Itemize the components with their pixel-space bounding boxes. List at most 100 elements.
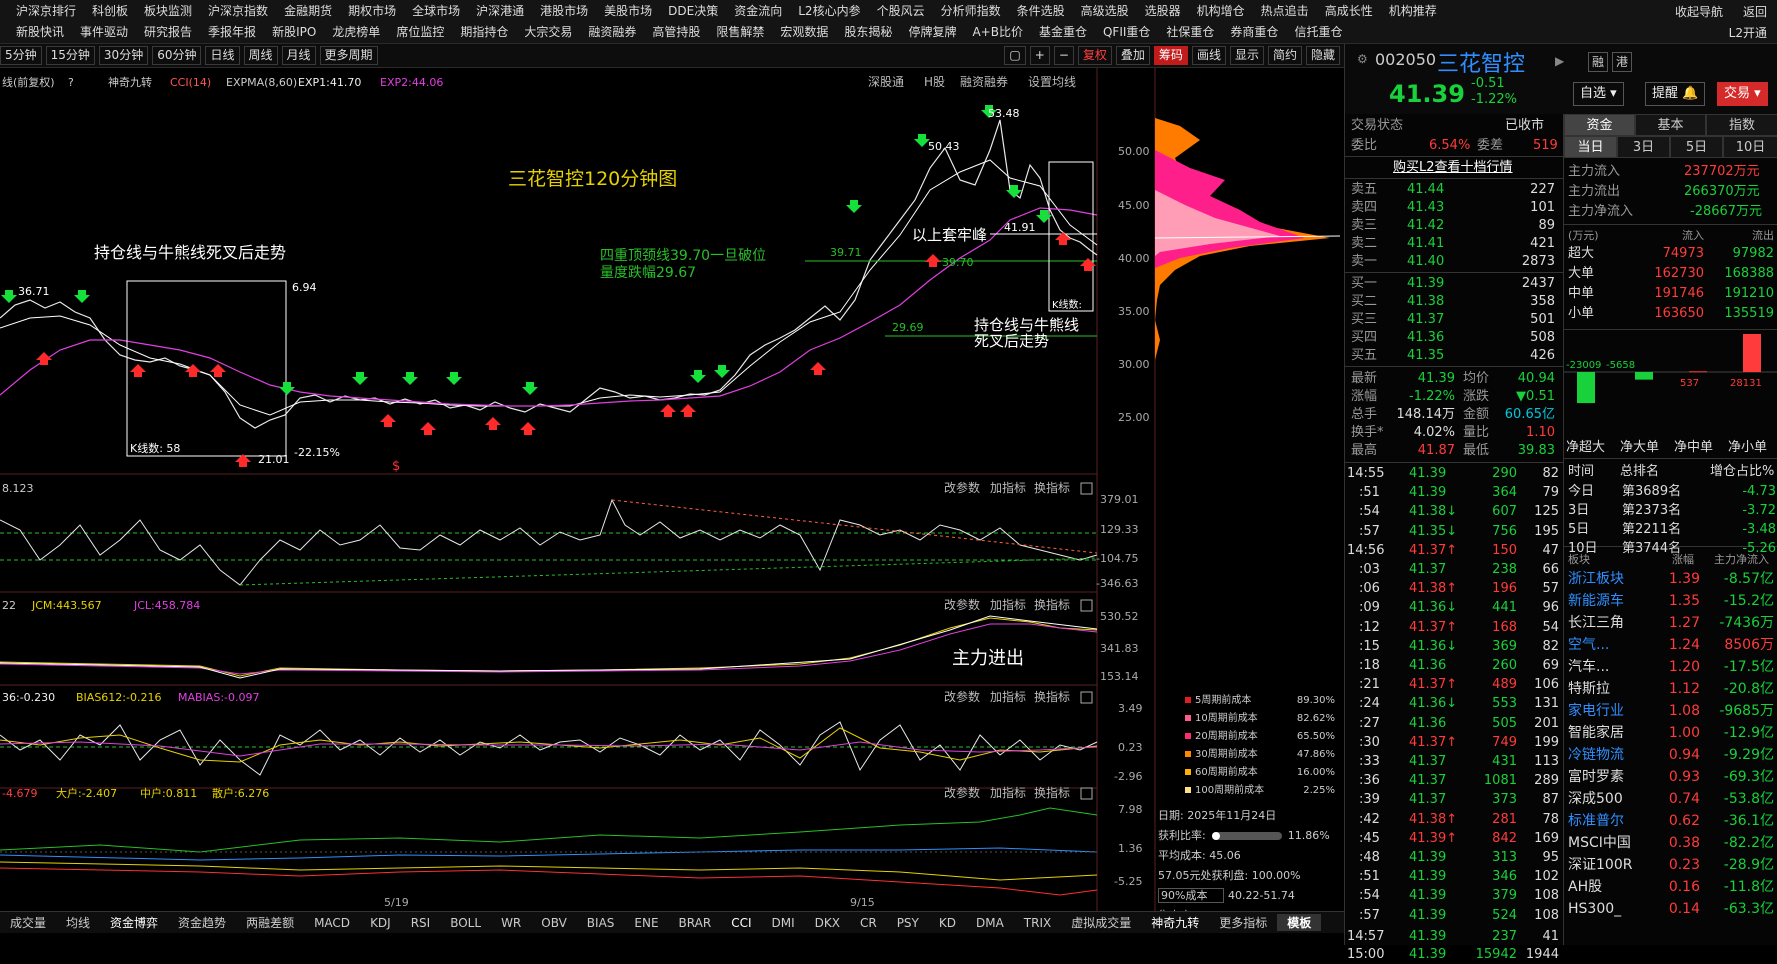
kline-chart-svg[interactable]: 线(前复权) ? 神奇九转 CCI(14) EXPMA(8,60) EXP1:4… — [0, 68, 1344, 911]
sector-name[interactable]: 富时罗素 — [1568, 768, 1624, 787]
menu-item[interactable]: 资金流向 — [726, 1, 790, 21]
jcm-switch-indicator[interactable]: 换指标 — [1034, 597, 1070, 612]
hold-switch-indicator[interactable]: 换指标 — [1034, 785, 1070, 800]
sector-name[interactable]: 汽车... — [1568, 658, 1609, 677]
menu-item[interactable]: 席位监控 — [388, 22, 452, 42]
bias-switch-indicator[interactable]: 换指标 — [1034, 689, 1070, 704]
draw-line-button[interactable]: 画线 — [1191, 46, 1226, 65]
tab-index[interactable]: 指数 — [1706, 114, 1777, 136]
indicator-tab[interactable]: KD — [929, 916, 966, 930]
indicator-tab[interactable]: 更多指标 — [1209, 914, 1277, 931]
menu-item[interactable]: 基金重仓 — [1031, 22, 1095, 42]
period-15min[interactable]: 15分钟 — [45, 46, 95, 65]
indicator-tab[interactable]: KDJ — [360, 916, 401, 930]
indicator-tab[interactable]: DMA — [966, 916, 1014, 930]
indicator-tab[interactable]: RSI — [401, 916, 441, 930]
chip-cost-select[interactable]: 90%成本 — [1158, 888, 1225, 903]
period-60min[interactable]: 60分钟 — [152, 46, 202, 65]
hide-dropdown[interactable]: 隐藏 — [1305, 46, 1340, 65]
menu-item[interactable]: 事件驱动 — [72, 22, 136, 42]
bias-close-icon[interactable] — [1080, 691, 1093, 704]
jcm-close-icon[interactable] — [1080, 599, 1093, 612]
tab-today[interactable]: 当日 — [1564, 136, 1617, 158]
menu-item[interactable]: 研究报告 — [136, 22, 200, 42]
simple-button[interactable]: 简约 — [1267, 46, 1302, 65]
menu-item[interactable]: DDE决策 — [660, 1, 726, 21]
add-watchlist-button[interactable]: 自选 ▾ — [1573, 82, 1624, 106]
period-5min[interactable]: 5分钟 — [0, 46, 42, 65]
period-month[interactable]: 月线 — [281, 46, 316, 65]
link-sgt[interactable]: 深股通 — [868, 75, 904, 89]
indicator-tab[interactable]: 模板 — [1277, 914, 1322, 931]
alert-button[interactable]: 提醒 🔔 — [1645, 82, 1706, 106]
indicator-tab[interactable]: WR — [491, 916, 531, 930]
trade-button[interactable]: 交易 ▾ — [1717, 82, 1768, 106]
sector-name[interactable]: 深证100R — [1568, 856, 1632, 875]
cci-add-indicator[interactable]: 加指标 — [990, 480, 1026, 495]
jcm-edit-params[interactable]: 改参数 — [944, 597, 980, 612]
indicator-tab[interactable]: BRAR — [669, 916, 722, 930]
menu-item[interactable]: 龙虎榜单 — [324, 22, 388, 42]
menu-item[interactable]: 港股市场 — [532, 1, 596, 21]
display-dropdown[interactable]: 显示 — [1229, 46, 1264, 65]
menu-item[interactable]: 融资融券 — [580, 22, 644, 42]
menu-item[interactable]: 科创板 — [84, 1, 136, 21]
menu-item[interactable]: 宏观数据 — [772, 22, 836, 42]
menu-item[interactable]: 大宗交易 — [516, 22, 580, 42]
sector-name[interactable]: 智能家居 — [1568, 724, 1624, 743]
menu-item[interactable]: 金融期货 — [276, 1, 340, 21]
window-icon[interactable]: ▢ — [1004, 46, 1026, 65]
hold-close-icon[interactable] — [1080, 787, 1093, 800]
period-week[interactable]: 周线 — [243, 46, 278, 65]
buy-l2-link[interactable]: 购买L2查看十档行情 — [1393, 158, 1513, 177]
sector-name[interactable]: MSCI中国 — [1568, 834, 1631, 853]
menu-item[interactable]: 高成长性 — [1317, 1, 1381, 21]
jcm-add-indicator[interactable]: 加指标 — [990, 597, 1026, 612]
plus-icon[interactable]: + — [1029, 46, 1050, 65]
link-margin[interactable]: 融资融券 — [960, 74, 1008, 89]
sector-name[interactable]: 特斯拉 — [1568, 680, 1610, 699]
hold-edit-params[interactable]: 改参数 — [944, 785, 980, 800]
menu-item[interactable]: 机构推荐 — [1381, 1, 1445, 21]
indicator-tab[interactable]: OBV — [531, 916, 577, 930]
hk-badge[interactable]: 港 — [1612, 52, 1632, 72]
menu-item[interactable]: 限售解禁 — [708, 22, 772, 42]
cci-close-icon[interactable] — [1080, 482, 1093, 495]
tab-funds[interactable]: 资金 — [1564, 114, 1635, 136]
period-day[interactable]: 日线 — [205, 46, 240, 65]
indicator-tab[interactable]: CR — [850, 916, 887, 930]
indicator-tab[interactable]: TRIX — [1014, 916, 1061, 930]
menu-item[interactable]: 高级选股 — [1073, 1, 1137, 21]
menu-item[interactable]: 新股快讯 — [8, 22, 72, 42]
indicator-tab[interactable]: 均线 — [56, 914, 100, 931]
menu-item[interactable]: 新股IPO — [264, 22, 324, 42]
sector-name[interactable]: 深成500 — [1568, 790, 1623, 809]
menu-item[interactable]: 沪深港通 — [468, 1, 532, 21]
chips-button[interactable]: 筹码 — [1153, 46, 1188, 65]
indicator-tab[interactable]: BIAS — [577, 916, 625, 930]
menu-item[interactable]: 股东揭秘 — [836, 22, 900, 42]
indicator-tab[interactable]: 成交量 — [0, 914, 56, 931]
stock-name[interactable]: 三花智控 — [1437, 46, 1525, 78]
bias-add-indicator[interactable]: 加指标 — [990, 689, 1026, 704]
menu-item[interactable]: 分析师指数 — [933, 1, 1009, 21]
menu-item[interactable]: 期指持仓 — [452, 22, 516, 42]
chart-area[interactable]: 线(前复权) ? 神奇九转 CCI(14) EXPMA(8,60) EXP1:4… — [0, 68, 1344, 922]
indicator-tab[interactable]: 神奇九转 — [1141, 914, 1209, 931]
indicator-tab[interactable]: MACD — [304, 916, 360, 930]
settings-gear-icon[interactable]: ⚙ — [1357, 52, 1368, 66]
tab-10day[interactable]: 10日 — [1723, 136, 1777, 158]
cci-edit-params[interactable]: 改参数 — [944, 480, 980, 495]
menu-item[interactable]: 沪深京指数 — [200, 1, 276, 21]
sector-name[interactable]: 长江三角 — [1568, 614, 1624, 633]
tab-5day[interactable]: 5日 — [1670, 136, 1723, 158]
menu-item[interactable]: 条件选股 — [1009, 1, 1073, 21]
menu-item[interactable]: 沪深京排行 — [8, 1, 84, 21]
menu-item[interactable]: 全球市场 — [404, 1, 468, 21]
menu-item[interactable]: 热点追击 — [1253, 1, 1317, 21]
bias-edit-params[interactable]: 改参数 — [944, 689, 980, 704]
cci-switch-indicator[interactable]: 换指标 — [1034, 480, 1070, 495]
hold-add-indicator[interactable]: 加指标 — [990, 785, 1026, 800]
tab-basic[interactable]: 基本 — [1635, 114, 1706, 136]
menu-item[interactable]: 板块监测 — [136, 1, 200, 21]
